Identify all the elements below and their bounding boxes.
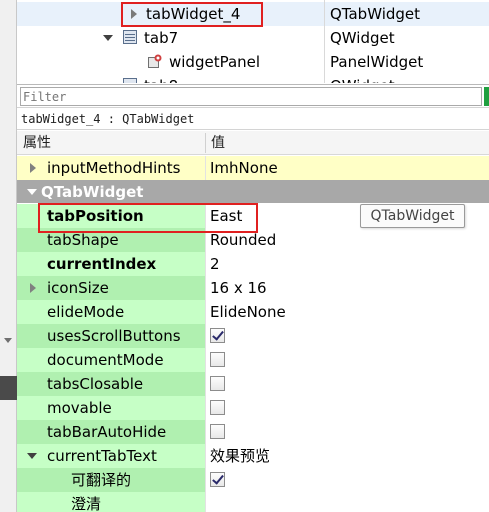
property-value[interactable]: Rounded (206, 228, 489, 252)
property-row-tabshape[interactable]: tabShape Rounded (17, 228, 489, 252)
object-class: QWidget (330, 29, 395, 47)
property-value[interactable]: ElideNone (206, 300, 489, 324)
checkbox-icon[interactable] (210, 376, 225, 391)
column-separator (324, 74, 325, 83)
property-row-usesscrollbuttons[interactable]: usesScrollButtons (17, 324, 489, 348)
collapse-arrow-icon[interactable] (103, 35, 113, 41)
group-title: QTabWidget (41, 183, 144, 201)
property-name: tabBarAutoHide (17, 420, 205, 444)
header-property[interactable]: 属性 (23, 131, 51, 155)
object-row-widgetpanel[interactable]: widgetPanel PanelWidget (17, 50, 489, 74)
property-name: movable (17, 396, 205, 420)
dark-panel-strip (0, 376, 17, 400)
property-row-tabbarautohide[interactable]: tabBarAutoHide (17, 420, 489, 444)
column-separator (324, 50, 325, 74)
property-value-cell (206, 468, 489, 492)
checkbox-checked-icon[interactable] (210, 328, 225, 343)
object-name: tabWidget_4 (146, 5, 241, 23)
scroll-down-arrow-icon[interactable] (4, 338, 12, 343)
property-row-tabsclosable[interactable]: tabsClosable (17, 372, 489, 396)
filter-input[interactable] (20, 87, 482, 106)
column-separator (324, 26, 325, 50)
property-name: currentTabText (17, 444, 205, 468)
panel-widget-icon (148, 54, 162, 68)
column-separator (324, 2, 325, 26)
checkbox-icon[interactable] (210, 400, 225, 415)
object-row-tab8[interactable]: tab8 QWidget (17, 74, 489, 83)
object-row-tab7[interactable]: tab7 QWidget (17, 26, 489, 50)
expand-arrow-icon[interactable] (30, 163, 36, 173)
checkbox-checked-icon[interactable] (210, 472, 225, 487)
property-row-currenttabtext[interactable]: currentTabText 效果预览 (17, 444, 489, 468)
header-value[interactable]: 值 (211, 131, 225, 155)
property-name: 澄清 (17, 492, 205, 512)
property-row-iconsize[interactable]: iconSize 16 x 16 (17, 276, 489, 300)
filter-bar (17, 84, 489, 108)
property-value-cell (206, 396, 489, 420)
property-row-movable[interactable]: movable (17, 396, 489, 420)
property-row-translatable[interactable]: 可翻译的 (17, 468, 489, 492)
property-name: tabsClosable (17, 372, 205, 396)
property-name: tabPosition (17, 204, 205, 228)
object-name: tab7 (144, 29, 179, 47)
qwidget-layout-icon (123, 78, 137, 83)
property-value[interactable] (206, 492, 489, 512)
checkbox-icon[interactable] (210, 352, 225, 367)
selected-object-label: tabWidget_4 : QTabWidget (17, 108, 489, 130)
property-row-currentindex[interactable]: currentIndex 2 (17, 252, 489, 276)
property-name: inputMethodHints (17, 156, 205, 180)
main-window-edge (0, 0, 17, 512)
property-name: usesScrollButtons (17, 324, 205, 348)
object-class: PanelWidget (330, 53, 424, 71)
property-name: currentIndex (17, 252, 205, 276)
property-row-elidemode[interactable]: elideMode ElideNone (17, 300, 489, 324)
property-value-cell (206, 372, 489, 396)
property-name: tabShape (17, 228, 205, 252)
property-value[interactable]: 16 x 16 (206, 276, 489, 300)
checkbox-icon[interactable] (210, 424, 225, 439)
class-tooltip: QTabWidget (360, 204, 465, 228)
qwidget-layout-icon (123, 30, 137, 44)
property-row-disambiguation[interactable]: 澄清 (17, 492, 489, 512)
property-table-header: 属性 值 (17, 131, 489, 155)
collapse-arrow-icon[interactable] (27, 453, 37, 459)
expand-arrow-icon[interactable] (131, 9, 137, 19)
expand-arrow-icon[interactable] (30, 283, 36, 293)
property-value[interactable]: ImhNone (206, 156, 489, 180)
property-value[interactable]: 2 (206, 252, 489, 276)
filter-options-button[interactable] (484, 87, 489, 106)
property-name: iconSize (17, 276, 205, 300)
property-value-cell (206, 348, 489, 372)
property-row-inputmethodhints[interactable]: inputMethodHints ImhNone (17, 156, 489, 180)
property-value-cell (206, 420, 489, 444)
collapse-arrow-icon[interactable] (27, 189, 37, 195)
property-value-cell (206, 324, 489, 348)
property-group-qtabwidget[interactable]: QTabWidget (17, 180, 489, 204)
property-row-documentmode[interactable]: documentMode (17, 348, 489, 372)
property-value[interactable]: 效果预览 (206, 444, 489, 468)
object-name: widgetPanel (169, 53, 261, 71)
object-name: tab8 (144, 74, 178, 83)
header-separator[interactable] (205, 133, 206, 153)
object-inspector-tree: tabWidget_4 QTabWidget tab7 QWidget widg… (17, 0, 489, 83)
property-name: elideMode (17, 300, 205, 324)
object-class: QTabWidget (330, 5, 421, 23)
property-name: documentMode (17, 348, 205, 372)
object-class: QWidget (330, 74, 395, 83)
object-row-tabwidget-4[interactable]: tabWidget_4 QTabWidget (17, 2, 489, 26)
property-name: 可翻译的 (17, 468, 205, 492)
